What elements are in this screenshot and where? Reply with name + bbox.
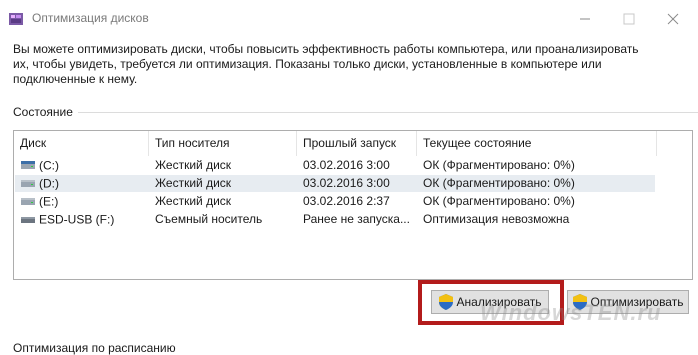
last-run: 03.02.2016 3:00	[303, 176, 390, 190]
close-icon[interactable]	[658, 8, 688, 30]
media-type: Жесткий диск	[155, 194, 232, 208]
table-row[interactable]: (E:) Жесткий диск 03.02.2016 2:37 ОК (Фр…	[15, 193, 655, 210]
title-bar: Оптимизация дисков	[0, 0, 698, 38]
drives-list[interactable]: Диск Тип носителя Прошлый запуск Текущее…	[13, 130, 693, 280]
current-state: ОК (Фрагментировано: 0%)	[423, 158, 575, 172]
media-type: Жесткий диск	[155, 158, 232, 172]
last-run: 03.02.2016 3:00	[303, 158, 390, 172]
table-row[interactable]: (D:) Жесткий диск 03.02.2016 3:00 ОК (Фр…	[15, 175, 655, 192]
table-row[interactable]: ESD-USB (F:) Съемный носитель Ранее не з…	[15, 211, 655, 228]
drive-name: (E:)	[39, 194, 59, 209]
last-run: 03.02.2016 2:37	[303, 194, 390, 208]
table-row[interactable]: (C:) Жесткий диск 03.02.2016 3:00 ОК (Фр…	[15, 157, 655, 174]
minimize-icon[interactable]	[570, 8, 600, 30]
current-state: ОК (Фрагментировано: 0%)	[423, 194, 575, 208]
drive-name: (D:)	[39, 176, 59, 191]
watermark-text: WindowsTEN.ru	[480, 300, 662, 325]
media-type: Жесткий диск	[155, 176, 232, 190]
defrag-app-icon	[9, 13, 23, 25]
list-header: Диск Тип носителя Прошлый запуск Текущее…	[14, 131, 692, 156]
schedule-section-label: Оптимизация по расписанию	[13, 341, 176, 355]
hard-drive-icon	[21, 180, 35, 188]
status-section-label: Состояние	[13, 105, 73, 119]
window-title: Оптимизация дисков	[32, 11, 149, 25]
last-run: Ранее не запуска...	[303, 212, 410, 226]
hard-drive-icon	[21, 198, 35, 206]
current-state: Оптимизация невозможна	[423, 212, 570, 226]
drive-name: (C:)	[39, 158, 59, 173]
column-header-media-type[interactable]: Тип носителя	[149, 131, 297, 156]
column-header-last-run[interactable]: Прошлый запуск	[297, 131, 417, 156]
media-type: Съемный носитель	[155, 212, 263, 226]
current-state: ОК (Фрагментировано: 0%)	[423, 176, 575, 190]
hard-drive-icon	[21, 161, 35, 170]
usb-drive-icon	[21, 217, 35, 224]
description-text: Вы можете оптимизировать диски, чтобы по…	[13, 42, 639, 86]
maximize-icon[interactable]	[614, 8, 644, 30]
column-header-current-state[interactable]: Текущее состояние	[417, 131, 657, 156]
column-header-drive[interactable]: Диск	[14, 131, 149, 156]
section-divider	[78, 112, 698, 113]
drive-name: ESD-USB (F:)	[39, 212, 115, 227]
